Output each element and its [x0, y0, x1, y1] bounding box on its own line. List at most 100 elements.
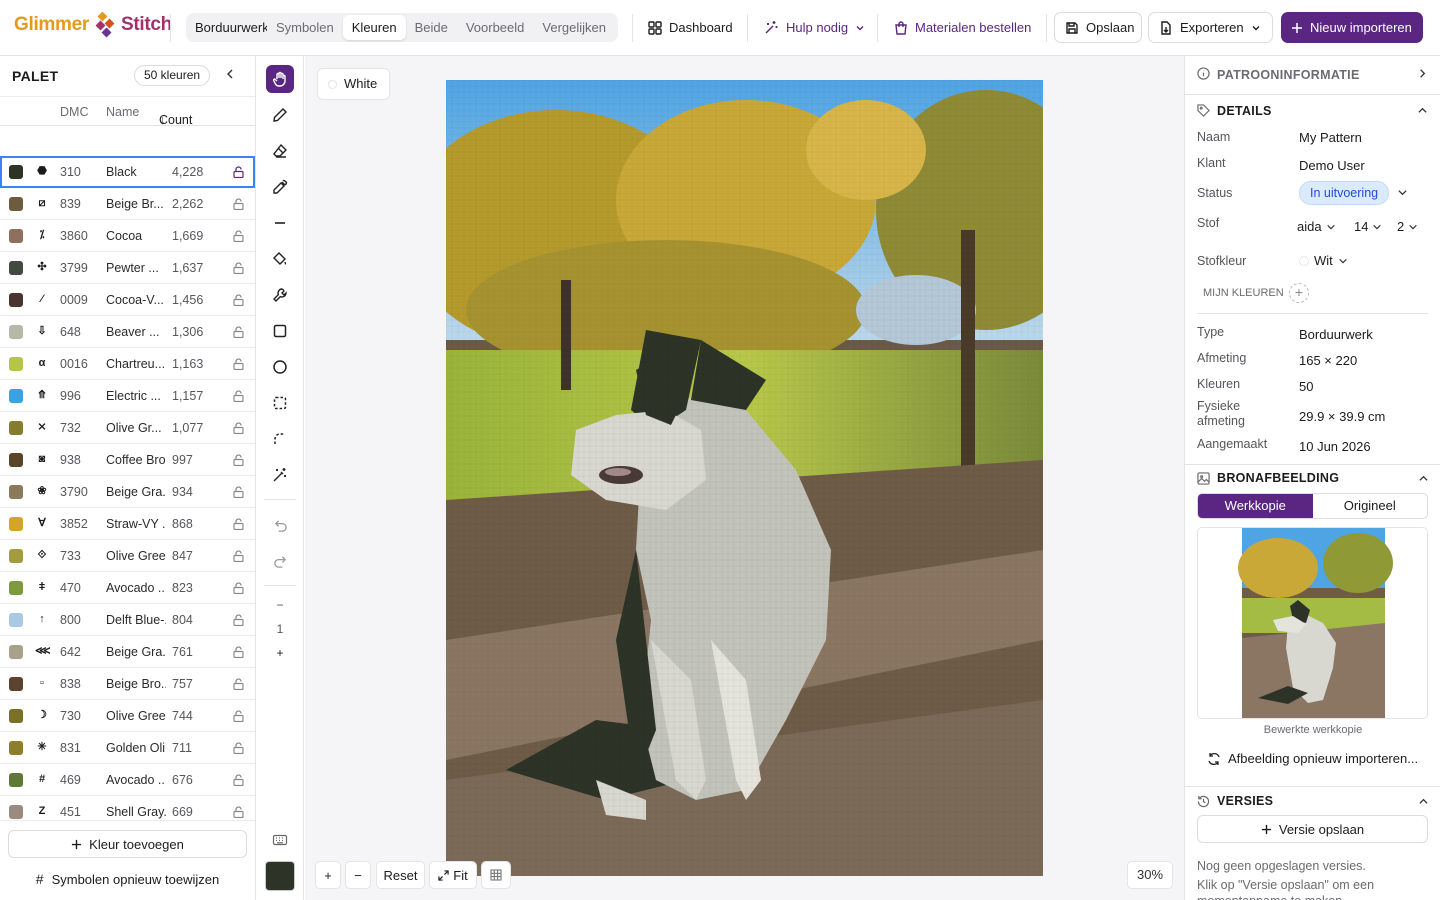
- reset-view-button[interactable]: Reset: [376, 861, 425, 889]
- current-color-swatch[interactable]: [265, 861, 295, 891]
- tab-beide[interactable]: Beide: [406, 15, 457, 40]
- status-badge[interactable]: In uitvoering: [1299, 181, 1390, 205]
- unlock-icon[interactable]: [233, 454, 244, 466]
- palette-row[interactable]: #469 Avocado ... 676: [0, 764, 255, 796]
- palette-row[interactable]: ◙ 938 Coffee Bro... 997: [0, 444, 255, 476]
- palette-row[interactable]: ⁒ 3860 Cocoa 1,669: [0, 220, 255, 252]
- palette-row[interactable]: α 0016 Chartreu... 1,163: [0, 348, 255, 380]
- unlock-icon[interactable]: [233, 646, 244, 658]
- zoom-in-button[interactable]: +: [315, 861, 341, 889]
- original-tab[interactable]: Origineel: [1313, 494, 1428, 518]
- import-new-button[interactable]: Nieuw importeren: [1281, 12, 1423, 43]
- undo-button[interactable]: [266, 511, 294, 539]
- palette-row[interactable]: ☽ 730 Olive Gree... 744: [0, 700, 255, 732]
- unlock-icon[interactable]: [233, 614, 244, 626]
- palette-row[interactable]: ✳ 831 Golden Oli... 711: [0, 732, 255, 764]
- palette-row[interactable]: ❀ 3790 Beige Gra... 934: [0, 476, 255, 508]
- palette-row[interactable]: ⋘ 642 Beige Gra... 761: [0, 636, 255, 668]
- palette-row[interactable]: ⤊ 996 Electric ... 1,157: [0, 380, 255, 412]
- fabric-count-select[interactable]: 14: [1354, 219, 1382, 234]
- fit-view-button[interactable]: Fit: [429, 861, 477, 889]
- palette-row[interactable]: ✣ 3799 Pewter ... 1,637: [0, 252, 255, 284]
- pattern-info-header[interactable]: PATROONINFORMATIE: [1185, 56, 1440, 94]
- select-tool[interactable]: [266, 389, 294, 417]
- palette-row[interactable]: ⇩ 648 Beaver ... 1,306: [0, 316, 255, 348]
- unlock-icon[interactable]: [233, 198, 244, 210]
- unlock-icon[interactable]: [233, 390, 244, 402]
- line-tool[interactable]: [266, 209, 294, 237]
- dashboard-button[interactable]: Dashboard: [638, 12, 743, 43]
- unlock-icon[interactable]: [233, 678, 244, 690]
- unlock-icon[interactable]: [233, 774, 244, 786]
- palette-row[interactable]: ∀ 3852 Straw-VY ... 868: [0, 508, 255, 540]
- pan-tool[interactable]: [266, 65, 294, 93]
- palette-row[interactable]: ⨯ 732 Olive Gr... 1,077: [0, 412, 255, 444]
- export-dropdown[interactable]: Exporteren: [1148, 12, 1273, 43]
- reimport-image-button[interactable]: Afbeelding opnieuw importeren...: [1207, 751, 1418, 766]
- palette-row[interactable]: ⁄ 0009 Cocoa-V... 1,456: [0, 284, 255, 316]
- reassign-symbols-button[interactable]: # Symbolen opnieuw toewijzen: [8, 865, 247, 893]
- work-copy-tab[interactable]: Werkkopie: [1198, 494, 1313, 518]
- zoom-out-button[interactable]: −: [345, 861, 371, 889]
- palette-row[interactable]: ǂ 470 Avocado ... 823: [0, 572, 255, 604]
- fabric-strands-select[interactable]: 2: [1397, 219, 1418, 234]
- tab-symbolen[interactable]: Symbolen: [267, 15, 343, 40]
- lasso-tool[interactable]: [266, 425, 294, 453]
- tab-kleuren[interactable]: Kleuren: [342, 15, 406, 40]
- add-color-button[interactable]: Kleur toevoegen: [8, 830, 247, 858]
- pencil-tool[interactable]: [266, 101, 294, 129]
- brush-size-increase[interactable]: +: [256, 646, 304, 660]
- rectangle-tool[interactable]: [266, 317, 294, 345]
- pattern-preview[interactable]: [446, 80, 1043, 876]
- tab-voorbeeld[interactable]: Voorbeeld: [457, 15, 534, 40]
- column-name[interactable]: Name: [106, 105, 139, 119]
- unlock-icon[interactable]: [233, 166, 244, 178]
- order-materials-button[interactable]: Materialen bestellen: [884, 12, 1041, 43]
- palette-row[interactable]: ⟐ 733 Olive Gree... 847: [0, 540, 255, 572]
- save-version-button[interactable]: Versie opslaan: [1197, 815, 1428, 843]
- tab-vergelijken[interactable]: Vergelijken: [533, 15, 615, 40]
- unlock-icon[interactable]: [233, 806, 244, 818]
- chevron-down-icon[interactable]: [1397, 187, 1408, 198]
- client-value[interactable]: Demo User: [1299, 158, 1365, 173]
- versions-section-header[interactable]: VERSIES: [1185, 787, 1440, 815]
- unlock-icon[interactable]: [233, 326, 244, 338]
- unlock-icon[interactable]: [233, 422, 244, 434]
- grid-toggle-button[interactable]: [481, 861, 511, 889]
- magic-wand-tool[interactable]: [266, 461, 294, 489]
- unlock-icon[interactable]: [233, 582, 244, 594]
- redo-button[interactable]: [266, 547, 294, 575]
- add-my-color-button[interactable]: +: [1289, 283, 1309, 303]
- unlock-icon[interactable]: [233, 230, 244, 242]
- unlock-icon[interactable]: [233, 262, 244, 274]
- tab-borduurwerk[interactable]: Borduurwerk: [189, 15, 267, 40]
- eraser-tool[interactable]: [266, 137, 294, 165]
- column-dmc[interactable]: DMC: [60, 105, 88, 119]
- fill-tool[interactable]: [266, 245, 294, 273]
- unlock-icon[interactable]: [233, 294, 244, 306]
- keyboard-shortcuts-button[interactable]: [266, 826, 294, 854]
- details-section-header[interactable]: DETAILS: [1185, 95, 1440, 127]
- palette-row[interactable]: ⬣ 310 Black 4,228: [0, 156, 255, 188]
- unlock-icon[interactable]: [233, 742, 244, 754]
- fabric-color-select[interactable]: Wit: [1299, 253, 1348, 268]
- unlock-icon[interactable]: [233, 518, 244, 530]
- unlock-icon[interactable]: [233, 358, 244, 370]
- palette-row[interactable]: ↑ 800 Delft Blue-... 804: [0, 604, 255, 636]
- fabric-type-select[interactable]: aida: [1297, 219, 1336, 234]
- palette-row[interactable]: ▫ 838 Beige Bro... 757: [0, 668, 255, 700]
- unlock-icon[interactable]: [233, 486, 244, 498]
- save-button[interactable]: Opslaan: [1054, 12, 1142, 43]
- help-dropdown[interactable]: Hulp nodig: [754, 12, 875, 43]
- palette-row[interactable]: ⧄ 839 Beige Br... 2,262: [0, 188, 255, 220]
- wrench-tool[interactable]: [266, 281, 294, 309]
- source-thumbnail[interactable]: [1197, 527, 1428, 719]
- brush-size-decrease[interactable]: −: [256, 598, 304, 612]
- name-value[interactable]: My Pattern: [1299, 130, 1362, 145]
- selected-color-chip[interactable]: White: [317, 68, 391, 100]
- eyedropper-tool[interactable]: [266, 173, 294, 201]
- app-logo[interactable]: Glimmer Stitch: [14, 12, 172, 38]
- unlock-icon[interactable]: [233, 550, 244, 562]
- unlock-icon[interactable]: [233, 710, 244, 722]
- source-section-header[interactable]: BRONAFBEELDING: [1185, 465, 1440, 491]
